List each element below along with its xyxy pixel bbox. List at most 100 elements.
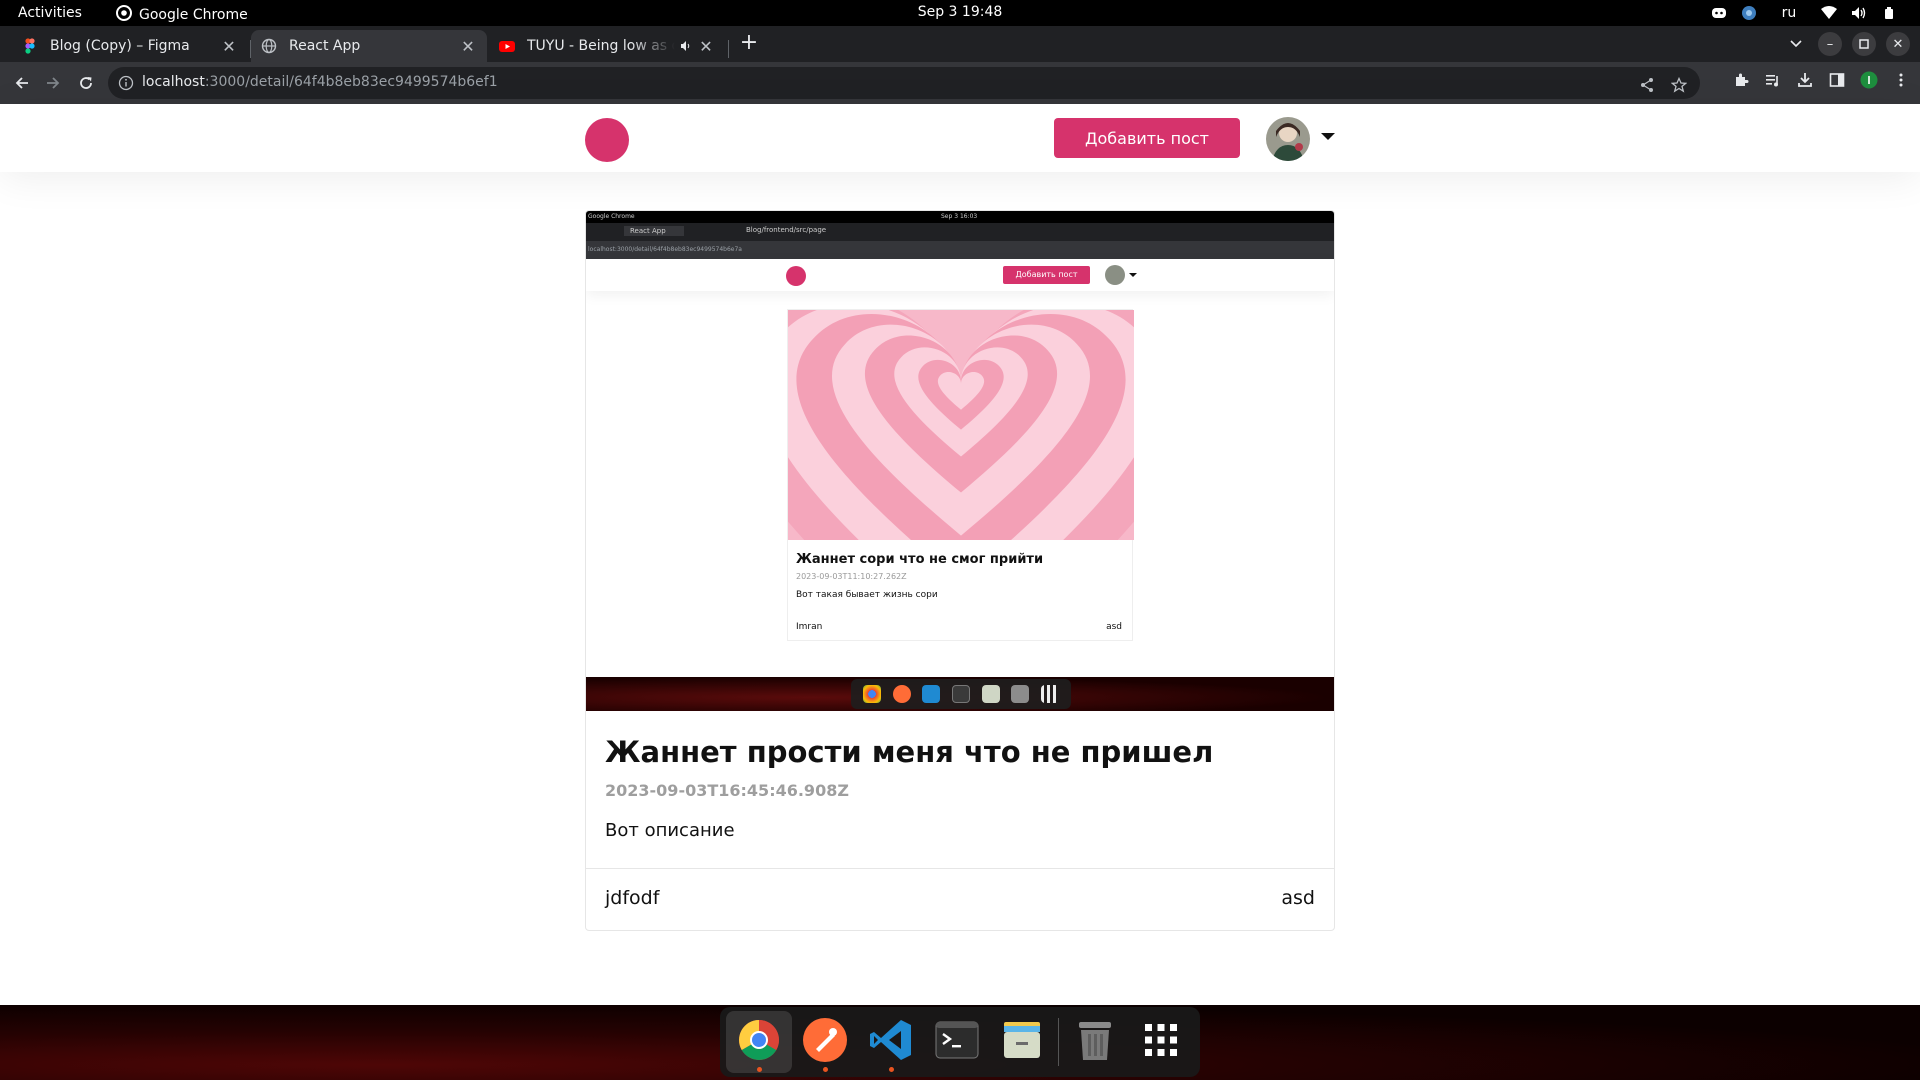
dock-item-postman[interactable]	[792, 1011, 858, 1073]
activities-button[interactable]: Activities	[18, 5, 82, 21]
reload-icon[interactable]	[74, 71, 98, 95]
tab-divider	[728, 40, 729, 58]
address-bar[interactable]: localhost:3000/detail/64f4b8eb83ec949957…	[108, 67, 1700, 99]
status-avatar-icon[interactable]	[1734, 3, 1764, 23]
system-tray[interactable]: ru	[1704, 3, 1904, 23]
maximize-button[interactable]	[1852, 32, 1876, 56]
share-icon[interactable]	[1638, 76, 1656, 94]
forward-arrow-icon[interactable]	[41, 71, 65, 95]
vscode-icon	[868, 1017, 914, 1067]
site-header: Добавить пост	[0, 104, 1920, 172]
dock-separator	[1058, 1018, 1060, 1066]
extensions-puzzle-icon[interactable]	[1732, 71, 1750, 89]
minimize-button[interactable]: –	[1818, 32, 1842, 56]
image-vscode-icon	[922, 685, 941, 703]
dock	[720, 1007, 1200, 1077]
postman-icon	[802, 1017, 848, 1067]
image-logo	[786, 266, 806, 286]
image-tabstrip: React App Blog/frontend/src/page	[586, 223, 1334, 241]
image-dock-bar	[851, 679, 1071, 709]
post-divider	[586, 868, 1334, 869]
dock-item-terminal[interactable]	[924, 1011, 990, 1073]
system-top-bar: Activities Google Chrome Sep 3 19:48 ru	[0, 0, 1920, 26]
tab-figma[interactable]: Blog (Copy) – Figma ✕	[12, 30, 248, 62]
extension-area	[1732, 71, 1910, 89]
new-tab-button[interactable]: +	[737, 32, 761, 56]
keyboard-language[interactable]: ru	[1764, 3, 1814, 23]
url-text: localhost:3000/detail/64f4b8eb83ec949957…	[142, 74, 498, 90]
app-name: Google Chrome	[139, 7, 248, 23]
image-site-header: Добавить пост	[586, 259, 1334, 291]
image-toolbar: localhost:3000/detail/64f4b8eb83ec949957…	[586, 241, 1334, 259]
chrome-menu-icon[interactable]	[1892, 71, 1910, 89]
app-menu[interactable]: Google Chrome	[116, 5, 248, 25]
dock-item-files[interactable]	[989, 1011, 1055, 1073]
tab-strip: Blog (Copy) – Figma ✕ React App ✕ TUYU -…	[0, 26, 1920, 62]
info-icon[interactable]	[118, 75, 134, 95]
image-tab: React App	[624, 226, 684, 236]
power-icon[interactable]	[1874, 3, 1904, 23]
post-date: 2023-09-03T16:45:46.908Z	[605, 781, 849, 800]
image-dock	[586, 677, 1334, 711]
image-card-description: Вот такая бывает жизнь сори	[796, 590, 938, 600]
image-card-tag: asd	[1106, 622, 1122, 632]
close-tab-icon[interactable]: ✕	[220, 37, 238, 56]
site-logo[interactable]	[585, 118, 629, 162]
user-menu-caret-icon[interactable]	[1321, 133, 1335, 140]
window-controls: – ✕	[1784, 32, 1910, 56]
side-panel-icon[interactable]	[1828, 71, 1846, 89]
post-title: Жаннет прости меня что не пришел	[605, 735, 1214, 769]
profile-icon[interactable]	[1860, 71, 1878, 89]
post-image: Google Chrome Sep 3 16:03 React App Blog…	[586, 211, 1334, 711]
tab-youtube[interactable]: TUYU - Being low as dirt ✕	[489, 30, 725, 62]
image-avatar	[1105, 265, 1125, 285]
tab-search-icon[interactable]	[1784, 32, 1808, 56]
youtube-icon	[499, 38, 515, 54]
volume-icon[interactable]	[1844, 3, 1874, 23]
user-avatar[interactable]	[1266, 117, 1310, 161]
tab-title: TUYU - Being low as dirt	[527, 38, 675, 54]
globe-icon	[261, 38, 277, 54]
post-tag[interactable]: asd	[1281, 887, 1315, 909]
trash-icon	[1075, 1018, 1115, 1066]
close-window-button[interactable]: ✕	[1886, 32, 1910, 56]
bookmark-star-icon[interactable]	[1670, 76, 1688, 94]
running-indicator	[822, 1067, 828, 1072]
image-card-title: Жаннет сори что не смог прийти	[796, 552, 1044, 567]
dock-item-vscode[interactable]	[858, 1011, 924, 1073]
image-post-card: Жаннет сори что не смог прийти 2023-09-0…	[787, 309, 1134, 641]
image-topbar-clock: Sep 3 16:03	[941, 213, 978, 220]
dock-item-chrome[interactable]	[726, 1011, 792, 1073]
clock[interactable]: Sep 3 19:48	[0, 4, 1920, 20]
terminal-icon	[935, 1020, 979, 1064]
dock-item-app-grid[interactable]	[1128, 1011, 1194, 1073]
media-controls-icon[interactable]	[1764, 71, 1782, 89]
tab-title: React App	[289, 38, 361, 54]
close-tab-icon[interactable]: ✕	[459, 37, 477, 56]
download-icon[interactable]	[1796, 71, 1814, 89]
browser-toolbar: localhost:3000/detail/64f4b8eb83ec949957…	[0, 62, 1920, 104]
image-caret-icon	[1129, 273, 1137, 277]
audio-playing-icon[interactable]	[675, 37, 697, 56]
image-files-icon	[981, 685, 1000, 703]
dock-item-trash[interactable]	[1062, 1011, 1128, 1073]
tab-title: Blog (Copy) – Figma	[50, 38, 190, 54]
chrome-icon	[737, 1018, 781, 1066]
image-add-post-button: Добавить пост	[1003, 266, 1090, 284]
discord-icon[interactable]	[1704, 3, 1734, 23]
heart-picture	[788, 310, 1134, 540]
back-arrow-icon[interactable]	[10, 71, 34, 95]
tab-react-app[interactable]: React App ✕	[251, 30, 487, 62]
post-card: Google Chrome Sep 3 16:03 React App Blog…	[585, 210, 1335, 931]
close-tab-icon[interactable]: ✕	[697, 37, 715, 56]
image-postman-icon	[892, 685, 911, 703]
post-description: Вот описание	[605, 820, 735, 841]
figma-icon	[22, 38, 38, 54]
chrome-icon	[116, 5, 132, 25]
image-card-date: 2023-09-03T11:10:27.262Z	[796, 572, 907, 581]
image-app-grid-icon	[1041, 685, 1060, 703]
image-topbar: Google Chrome Sep 3 16:03	[586, 211, 1334, 223]
add-post-button[interactable]: Добавить пост	[1054, 118, 1240, 158]
app-grid-icon	[1144, 1023, 1178, 1061]
wifi-icon[interactable]	[1814, 3, 1844, 23]
